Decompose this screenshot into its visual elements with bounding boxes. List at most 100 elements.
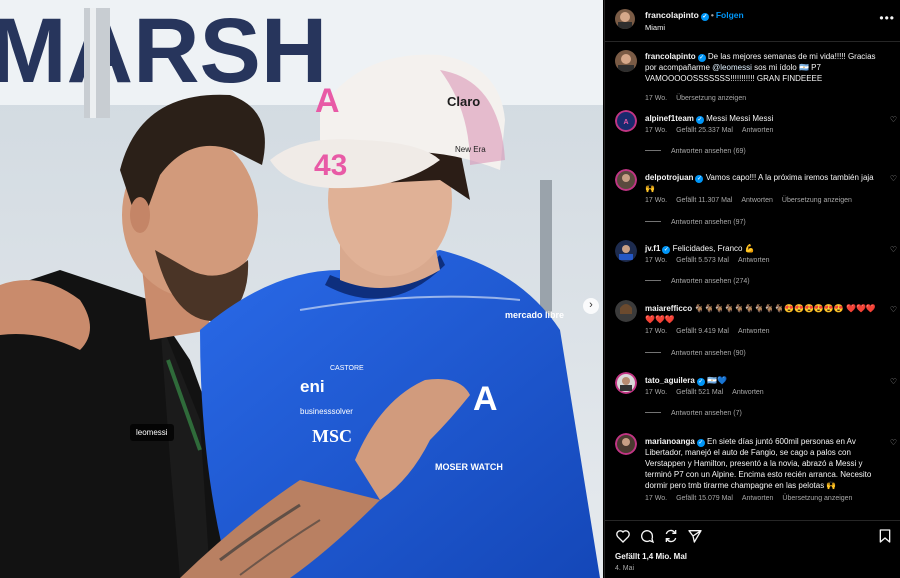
sponsor-mercadolibre: mercado libre (505, 310, 564, 320)
comment-meta: 17 Wo. Gefällt 5.573 Mal Antworten (645, 257, 779, 264)
comment-age: 17 Wo. (645, 197, 668, 204)
comment-age: 17 Wo. (645, 257, 668, 264)
next-image-button[interactable]: › (583, 298, 599, 314)
comment-meta: 17 Wo. Gefällt 25.337 Mal Antworten (645, 127, 782, 134)
avatar[interactable] (615, 240, 637, 262)
comment-text: jv.f1 ✓ Felicidades, Franco 💪 (645, 243, 881, 254)
comment-age: 17 Wo. (645, 328, 668, 335)
avatar[interactable] (615, 433, 637, 455)
avatar[interactable] (615, 169, 637, 191)
author-username[interactable]: francolapinto (645, 10, 699, 20)
verified-icon: ✓ (695, 175, 704, 183)
comment-username[interactable]: marianoanga (645, 437, 695, 446)
comments-list[interactable]: francolapinto ✓ De las mejores semanas de… (605, 42, 900, 520)
comment-icon[interactable] (639, 528, 655, 544)
reply-button[interactable]: Antworten (738, 257, 770, 264)
comment-text: marianoanga ✓ En siete días juntó 600mil … (645, 436, 881, 491)
verified-icon: ✓ (697, 54, 706, 62)
cap-brand: New Era (455, 145, 486, 154)
comment-meta: 17 Wo. Gefällt 15.079 Mal Antworten Überset… (645, 495, 861, 502)
location-link[interactable]: Miami (645, 23, 665, 32)
translate-link[interactable]: Übersetzung anzeigen (676, 95, 746, 102)
bookmark-icon[interactable] (877, 528, 893, 544)
caption-text: francolapinto ✓ De las mejores semanas de… (645, 51, 881, 84)
heart-icon[interactable]: ♡ (890, 115, 897, 124)
comment-body: 🇦🇷💙 (707, 376, 727, 385)
send-icon[interactable] (687, 528, 703, 544)
avatar[interactable] (615, 372, 637, 394)
comment-text: delpotrojuan ✓ Vamos capo!!! A la próxima… (645, 172, 881, 194)
heart-icon[interactable] (615, 528, 631, 544)
post-actions: Gefällt 1,4 Mio. Mal 4. Mai (605, 520, 900, 578)
comment-body: Messi Messi Messi (706, 114, 774, 123)
comment-username[interactable]: jv.f1 (645, 244, 660, 253)
post-header: francolapinto ✓ • Folgen Miami ••• (605, 0, 900, 42)
sponsor-msc: MSC (312, 426, 352, 446)
heart-icon[interactable]: ♡ (890, 174, 897, 183)
user-tag[interactable]: leomessi (130, 424, 174, 441)
verified-icon: ✓ (662, 246, 671, 254)
reply-button[interactable]: Antworten (738, 328, 770, 335)
comment-meta: 17 Wo. Gefällt 9.419 Mal Antworten (645, 328, 779, 335)
translate-link[interactable]: Übersetzung anzeigen (782, 495, 852, 502)
comment-username[interactable]: maiarefficco (645, 304, 692, 313)
verified-icon: ✓ (695, 116, 704, 124)
caption-username[interactable]: francolapinto (645, 52, 696, 61)
post-likes-count[interactable]: Gefällt 1,4 Mio. Mal (615, 552, 687, 561)
comment-meta: 17 Wo. Gefällt 11.307 Mal Antworten Überset… (645, 197, 861, 204)
comment-text: tato_aguilera ✓ 🇦🇷💙 (645, 375, 881, 386)
reply-button[interactable]: Antworten (742, 127, 774, 134)
comment-likes[interactable]: Gefällt 521 Mal (676, 389, 723, 396)
view-replies-button[interactable]: Antworten ansehen (69) (645, 148, 746, 155)
reply-button[interactable]: Antworten (742, 495, 774, 502)
view-replies-button[interactable]: Antworten ansehen (274) (645, 278, 750, 285)
svg-text:A: A (623, 119, 628, 126)
comment-username[interactable]: delpotrojuan (645, 173, 693, 182)
comment-meta: 17 Wo. Gefällt 521 Mal Antworten (645, 389, 773, 396)
translate-link[interactable]: Übersetzung anzeigen (782, 197, 852, 204)
avatar[interactable] (615, 300, 637, 322)
comment-text: maiarefficco 🐐🐐🐐🐐🐐🐐🐐🐐🐐😍😍😍😍😍😍 ❤️❤️❤️❤️❤️❤… (645, 303, 881, 325)
post-side-panel: francolapinto ✓ • Folgen Miami ••• francola… (604, 0, 900, 578)
post-photo[interactable]: MARSH A 43 Claro New Era CASTORE eni bus… (0, 0, 603, 578)
cap-number: 43 (314, 149, 347, 182)
avatar[interactable] (615, 9, 635, 29)
comment-username[interactable]: tato_aguilera (645, 376, 695, 385)
mention-link[interactable]: @leomessi (712, 63, 752, 72)
reply-button[interactable]: Antworten (741, 197, 773, 204)
avatar[interactable]: A (615, 110, 637, 132)
heart-icon[interactable]: ♡ (890, 245, 897, 254)
comment-likes[interactable]: Gefällt 25.337 Mal (676, 127, 733, 134)
heart-icon[interactable]: ♡ (890, 377, 897, 386)
caption-meta: 17 Wo. Übersetzung anzeigen (645, 95, 755, 102)
comment-body: Felicidades, Franco 💪 (672, 244, 755, 253)
comment-likes[interactable]: Gefällt 5.573 Mal (676, 257, 729, 264)
comment-age: 17 Wo. (645, 389, 668, 396)
comment-username[interactable]: alpinef1team (645, 114, 694, 123)
post-date: 4. Mai (615, 565, 635, 572)
share-icon[interactable] (663, 528, 679, 544)
heart-icon[interactable]: ♡ (890, 438, 897, 447)
cap-logo: A (315, 82, 340, 120)
comment-age: 17 Wo. (645, 127, 668, 134)
more-options-icon[interactable]: ••• (879, 11, 895, 25)
avatar[interactable] (615, 50, 637, 72)
banner-text: MARSH (0, 0, 327, 102)
comment-likes[interactable]: Gefällt 15.079 Mal (676, 495, 733, 502)
comment-likes[interactable]: Gefällt 11.307 Mal (676, 197, 732, 204)
view-replies-button[interactable]: Antworten ansehen (97) (645, 219, 746, 226)
follow-button[interactable]: Folgen (716, 10, 744, 20)
reply-button[interactable]: Antworten (732, 389, 764, 396)
view-replies-button[interactable]: Antworten ansehen (90) (645, 350, 746, 357)
comment-age: 17 Wo. (645, 495, 668, 502)
cap-sponsor: Claro (447, 94, 480, 109)
view-replies-button[interactable]: Antworten ansehen (7) (645, 410, 742, 417)
dot-separator: • (710, 10, 714, 20)
comment-text: alpinef1team ✓ Messi Messi Messi (645, 113, 881, 124)
comment-age: 17 Wo. (645, 95, 668, 102)
sponsor-businesssolver: businesssolver (300, 407, 353, 416)
heart-icon[interactable]: ♡ (890, 305, 897, 314)
verified-icon: ✓ (696, 378, 705, 386)
post-author: francolapinto ✓ • Folgen (645, 10, 744, 21)
comment-likes[interactable]: Gefällt 9.419 Mal (676, 328, 729, 335)
